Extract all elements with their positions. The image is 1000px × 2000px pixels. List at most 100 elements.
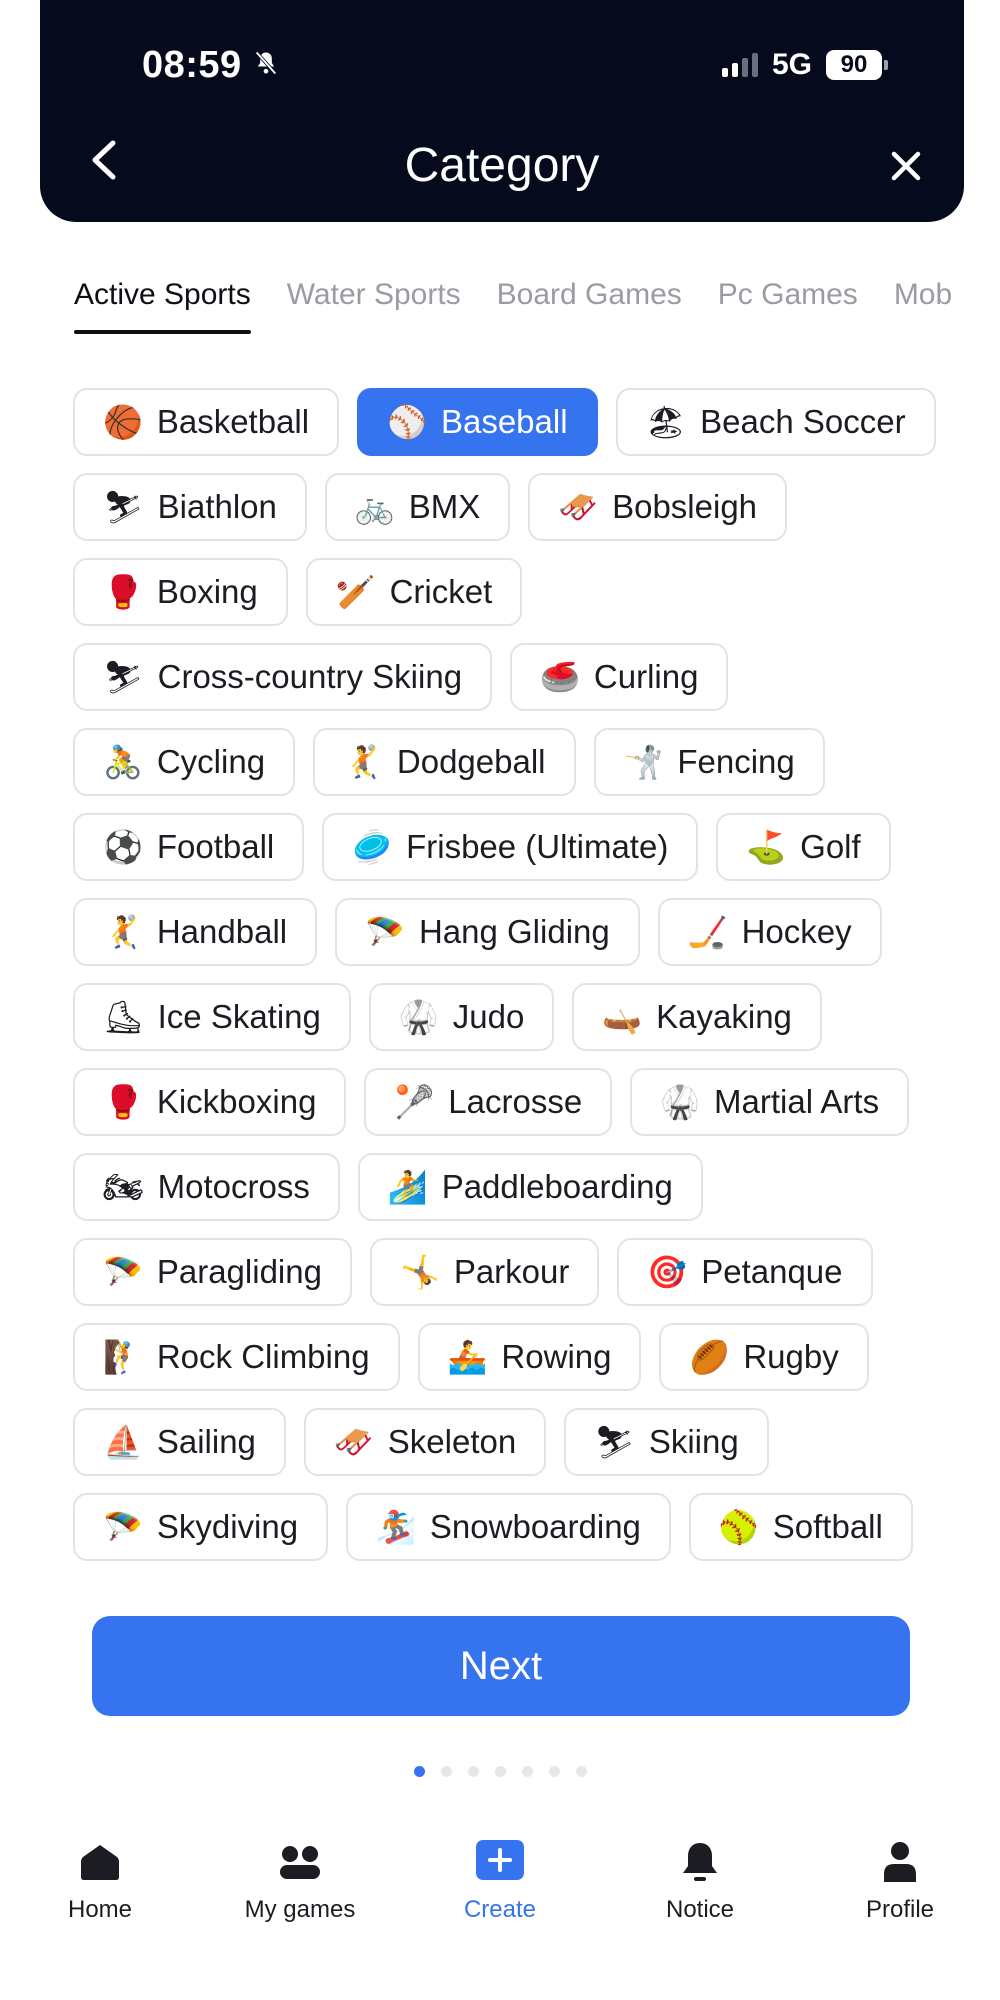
category-chip-label: Skeleton — [387, 1423, 517, 1460]
page-title: Category — [404, 139, 600, 192]
category-chip-label: Softball — [772, 1508, 883, 1545]
nav-notice[interactable]: Notice — [600, 1838, 800, 1958]
tab-pc-games[interactable]: Pc Games — [718, 278, 858, 334]
nav-create[interactable]: Create — [400, 1838, 600, 1958]
status-time: 08:59 — [142, 44, 280, 87]
category-emoji-icon: ⚾ — [387, 403, 427, 441]
category-chip[interactable]: ⛳ Golf — [716, 813, 891, 881]
category-chip-label: BMX — [408, 488, 481, 525]
category-chip[interactable]: 🪂 Hang Gliding — [335, 898, 640, 966]
category-chip[interactable]: 🥋 Martial Arts — [630, 1068, 910, 1136]
category-chip[interactable]: 🚲 BMX — [324, 473, 511, 541]
category-chip-label: Paragliding — [156, 1253, 322, 1290]
category-emoji-icon: 🏉 — [689, 1338, 730, 1376]
category-chip[interactable]: 🤾 Handball — [73, 898, 318, 966]
tab-mobile-games[interactable]: Mob — [894, 278, 952, 334]
home-icon — [76, 1838, 124, 1886]
category-emoji-icon: 🥋 — [660, 1083, 701, 1121]
category-chip-label: Basketball — [156, 403, 310, 440]
category-emoji-icon: ⛷ — [103, 658, 144, 696]
nav-create-label: Create — [463, 1896, 537, 1923]
nav-profile-label: Profile — [865, 1896, 935, 1923]
category-emoji-icon: 🛷 — [333, 1423, 374, 1461]
nav-profile[interactable]: Profile — [800, 1838, 1000, 1958]
category-emoji-icon: 🥌 — [540, 658, 580, 696]
category-chip-label: Curling — [593, 658, 699, 695]
close-button[interactable] — [886, 148, 926, 188]
category-chip[interactable]: 🤸 Parkour — [369, 1238, 600, 1306]
category-chip[interactable]: ⛷ Cross-country Skiing — [73, 643, 493, 711]
category-chip[interactable]: 🏍 Motocross — [73, 1153, 340, 1221]
category-chip-label: Baseball — [440, 403, 568, 440]
category-emoji-icon: ⛷ — [594, 1423, 635, 1461]
nav-my-games[interactable]: My games — [200, 1838, 400, 1958]
page-dot — [467, 1766, 479, 1777]
category-chip[interactable]: 🛷 Skeleton — [303, 1408, 547, 1476]
tab-active-sports[interactable]: Active Sports — [74, 278, 251, 334]
category-chip-label: Kickboxing — [156, 1083, 317, 1120]
my-games-icon — [276, 1838, 324, 1886]
category-chip[interactable]: 🏒 Hockey — [657, 898, 882, 966]
category-chip[interactable]: 🚴 Cycling — [73, 728, 296, 796]
category-chip[interactable]: ⛷ Biathlon — [73, 473, 307, 541]
category-chip-label: Cricket — [389, 573, 493, 610]
category-chip-label: Cross-country Skiing — [157, 658, 463, 695]
category-emoji-icon: 🥊 — [103, 573, 143, 611]
category-emoji-icon: 🪂 — [103, 1508, 143, 1546]
category-chip[interactable]: ⚾ Baseball — [357, 388, 598, 456]
category-emoji-icon: 🛶 — [602, 998, 643, 1036]
category-chip[interactable]: 🎯 Petanque — [617, 1238, 873, 1306]
category-chip[interactable]: 🥍 Lacrosse — [364, 1068, 613, 1136]
category-emoji-icon: 🏏 — [335, 573, 376, 611]
category-chip[interactable]: 🏉 Rugby — [659, 1323, 869, 1391]
category-emoji-icon: ⚽ — [103, 828, 143, 866]
category-chip[interactable]: 🤾 Dodgeball — [313, 728, 576, 796]
category-chip[interactable]: 🧗 Rock Climbing — [73, 1323, 400, 1391]
category-chip[interactable]: 🥊 Boxing — [73, 558, 288, 626]
page-indicator — [0, 1766, 1000, 1777]
category-chip-label: Biathlon — [157, 488, 277, 525]
category-chip-label: Petanque — [701, 1253, 843, 1290]
category-chip[interactable]: ⚽ Football — [73, 813, 305, 881]
category-chip[interactable]: 🚣 Rowing — [417, 1323, 642, 1391]
profile-icon — [876, 1838, 924, 1886]
tab-water-sports[interactable]: Water Sports — [287, 278, 461, 334]
category-chip[interactable]: 🛶 Kayaking — [572, 983, 822, 1051]
category-chip-label: Bobsleigh — [612, 488, 758, 525]
category-chip[interactable]: 🏀 Basketball — [73, 388, 340, 456]
category-emoji-icon: ⛵ — [103, 1423, 143, 1461]
category-chip[interactable]: 🪂 Skydiving — [73, 1493, 329, 1561]
category-emoji-icon: ⛳ — [746, 828, 787, 866]
category-chip[interactable]: 🪂 Paragliding — [73, 1238, 352, 1306]
category-chip[interactable]: 🥊 Kickboxing — [73, 1068, 347, 1136]
category-emoji-icon: 🏍 — [103, 1168, 144, 1206]
tab-board-games[interactable]: Board Games — [497, 278, 682, 334]
next-button[interactable]: Next — [92, 1616, 910, 1716]
category-chip-label: Paddleboarding — [441, 1168, 673, 1205]
category-chip[interactable]: 🏏 Cricket — [305, 558, 523, 626]
category-chip[interactable]: 🥋 Judo — [368, 983, 555, 1051]
category-chip[interactable]: 🤺 Fencing — [593, 728, 825, 796]
page-dot — [521, 1766, 533, 1777]
category-emoji-icon: 🏒 — [687, 913, 728, 951]
category-chip[interactable]: 🛷 Bobsleigh — [528, 473, 788, 541]
category-chip[interactable]: 🥌 Curling — [510, 643, 729, 711]
category-chip-label: Snowboarding — [429, 1508, 641, 1545]
category-chip[interactable]: 🏖 Beach Soccer — [615, 388, 936, 456]
category-chip[interactable]: ⛵ Sailing — [73, 1408, 286, 1476]
nav-home[interactable]: Home — [0, 1838, 200, 1958]
page-dot — [575, 1766, 587, 1777]
category-chip[interactable]: ⛸ Ice Skating — [73, 983, 351, 1051]
category-chip[interactable]: 🥎 Softball — [688, 1493, 913, 1561]
category-chip-label: Motocross — [157, 1168, 310, 1205]
category-chip[interactable]: 🏂 Snowboarding — [346, 1493, 671, 1561]
battery-level: 90 — [840, 51, 868, 78]
category-chip[interactable]: 🏄 Paddleboarding — [357, 1153, 703, 1221]
category-chip-label: Beach Soccer — [700, 403, 906, 440]
category-emoji-icon: 🛷 — [558, 488, 599, 526]
category-emoji-icon: 🏄 — [387, 1168, 428, 1206]
category-chip[interactable]: ⛷ Skiing — [564, 1408, 769, 1476]
page-dot — [440, 1766, 452, 1777]
category-chip[interactable]: 🥏 Frisbee (Ultimate) — [322, 813, 699, 881]
battery-icon: 90 — [826, 50, 888, 80]
